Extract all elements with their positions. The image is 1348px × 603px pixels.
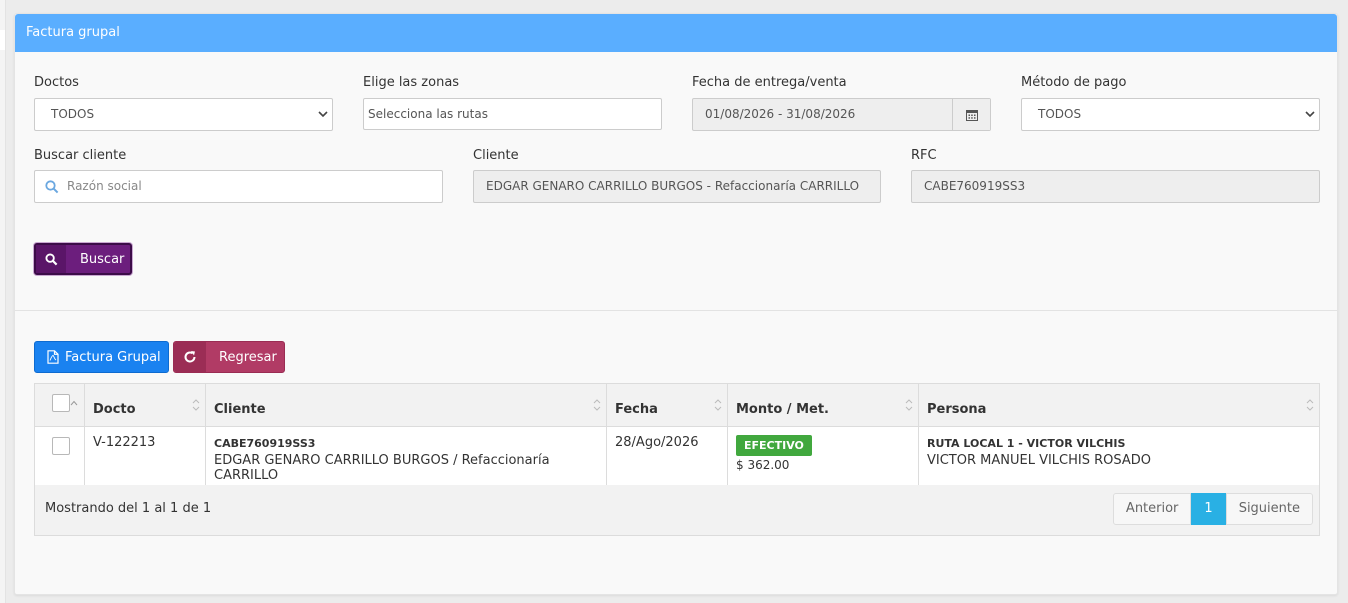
fecha-header: Fecha [615,401,658,417]
doctos-label: Doctos [34,75,79,90]
left-sidebar-strip [0,0,6,603]
rfc-value: CABE760919SS3 [924,179,1026,193]
cliente-field: EDGAR GENARO CARRILLO BURGOS - Refaccion… [473,170,881,203]
row-select-cell [34,426,85,492]
buscar-label: Buscar [80,251,125,267]
rfc-label: RFC [911,148,937,163]
sort-icon [905,399,913,411]
factura-grupal-panel: Factura grupal Doctos Elige las zonas Fe… [14,13,1338,595]
section-divider [15,310,1337,311]
page-1-button[interactable]: 1 [1191,493,1226,525]
col-fecha[interactable]: Fecha [606,383,728,427]
select-all-checkbox[interactable] [52,394,70,412]
col-monto[interactable]: Monto / Met. [727,383,919,427]
monto-cell: EFECTIVO $ 362.00 [727,426,919,492]
metodo-pago-select[interactable]: TODOS [1021,98,1320,131]
regresar-button[interactable]: Regresar [173,341,285,373]
cliente-header: Cliente [214,401,266,417]
rfc-field: CABE760919SS3 [911,170,1320,203]
calendar-button[interactable] [952,99,990,130]
sidebar-marker [0,30,5,50]
buscar-cliente-label: Buscar cliente [34,148,127,163]
row-monto: $ 362.00 [736,458,790,472]
row-cliente: EDGAR GENARO CARRILLO BURGOS / Refaccion… [214,453,550,483]
row-persona: VICTOR MANUEL VILCHIS ROSADO [927,453,1152,468]
refresh-icon [174,342,206,372]
zonas-label: Elige las zonas [363,75,460,90]
zonas-placeholder: Selecciona las rutas [368,107,488,121]
docto-header: Docto [93,401,136,417]
row-rfc: CABE760919SS3 [214,437,316,450]
buscar-cliente-input[interactable]: Razón social [34,170,443,203]
search-icon [36,245,66,273]
panel-title: Factura grupal [15,14,1337,52]
zonas-input[interactable]: Selecciona las rutas [363,98,662,130]
factura-grupal-label: Factura Grupal [65,349,161,365]
factura-grupal-button[interactable]: Factura Grupal [34,341,169,373]
fecha-value: 01/08/2026 - 31/08/2026 [705,107,856,121]
sort-icon [192,399,200,411]
table-row[interactable]: V-122213 CABE760919SS3 EDGAR GENARO CARR… [34,426,1320,492]
documents-table: Docto Cliente Fecha Monto / Met. Persona [34,383,1320,492]
fecha-cell: 28/Ago/2026 [606,426,728,492]
row-checkbox[interactable] [52,437,70,455]
cliente-value: EDGAR GENARO CARRILLO BURGOS - Refaccion… [486,179,860,193]
fecha-label: Fecha de entrega/venta [692,75,847,90]
metodo-value: TODOS [1038,107,1082,121]
persona-header: Persona [927,401,987,417]
metodo-badge: EFECTIVO [736,435,812,456]
buscar-cliente-placeholder: Razón social [67,179,142,193]
col-persona[interactable]: Persona [918,383,1320,427]
pagination: Anterior 1 Siguiente [1112,493,1313,525]
doctos-select[interactable]: TODOS [34,98,333,131]
sort-icon [714,399,722,411]
col-cliente[interactable]: Cliente [205,383,607,427]
chevron-down-icon [318,111,328,118]
doctos-value: TODOS [51,107,95,121]
sort-up-icon [70,400,78,406]
table-footer: Mostrando del 1 al 1 de 1 Anterior 1 Sig… [34,485,1320,536]
col-docto[interactable]: Docto [84,383,206,427]
table-info: Mostrando del 1 al 1 de 1 [45,501,212,516]
prev-page-button[interactable]: Anterior [1112,493,1192,525]
search-icon [45,180,59,194]
persona-cell: RUTA LOCAL 1 - VICTOR VILCHIS VICTOR MAN… [918,426,1320,492]
sort-icon [1306,399,1314,411]
regresar-label: Regresar [219,349,277,365]
docto-cell: V-122213 [84,426,206,492]
next-page-button[interactable]: Siguiente [1225,493,1313,525]
cliente-cell: CABE760919SS3 EDGAR GENARO CARRILLO BURG… [205,426,607,492]
metodo-label: Método de pago [1021,75,1127,90]
cliente-label: Cliente [473,148,519,163]
chevron-down-icon [1305,111,1315,118]
fecha-range-input[interactable]: 01/08/2026 - 31/08/2026 [692,98,991,131]
calendar-icon [965,109,978,121]
table-header-row: Docto Cliente Fecha Monto / Met. Persona [34,383,1320,427]
buscar-button[interactable]: Buscar [34,243,132,275]
sort-icon [593,399,601,411]
select-all-header [34,383,85,427]
pdf-file-icon [47,350,59,364]
row-ruta: RUTA LOCAL 1 - VICTOR VILCHIS [927,437,1126,450]
monto-header: Monto / Met. [736,401,829,417]
